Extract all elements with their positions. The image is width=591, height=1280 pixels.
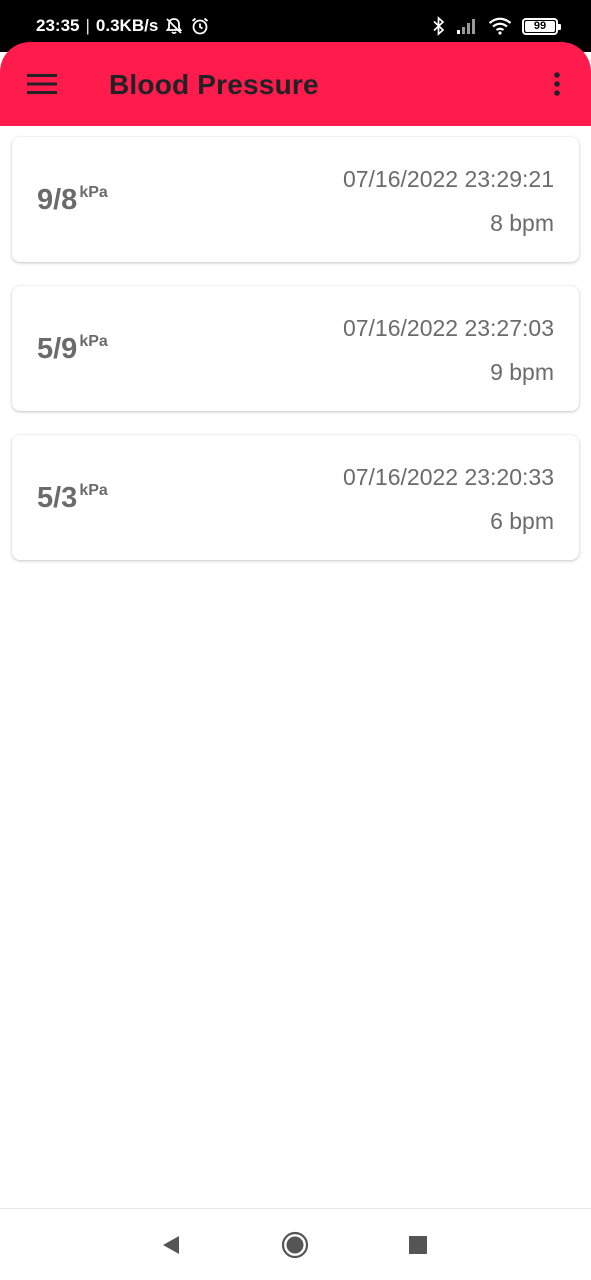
pressure-unit: kPa [79,482,108,499]
app-screen: 23:35 | 0.3KB/s 99 Blood Pressure 9/8 kP… [0,0,591,1280]
heart-rate: 6 bpm [490,508,554,534]
battery-icon: 99 [522,17,561,35]
more-vertical-icon[interactable] [541,68,573,100]
bluetooth-icon [432,16,446,36]
system-nav-bar [0,1208,591,1280]
record-timestamp: 07/16/2022 23:29:21 [342,166,554,192]
pressure-reading: 5/3 kPa [37,481,108,515]
pressure-reading: 9/8 kPa [37,183,108,217]
battery-level: 99 [533,19,547,32]
pressure-value: 5/9 [37,333,78,365]
pressure-value: 9/8 [37,184,78,216]
status-right: 99 [432,14,561,38]
home-icon[interactable] [281,1231,309,1259]
hamburger-menu-icon[interactable] [26,68,58,100]
battery-fill: 99 [525,19,555,32]
network-speed: 0.3KB/s [95,16,159,35]
back-icon[interactable] [160,1233,182,1257]
record-card[interactable]: 9/8 kPa 07/16/2022 23:29:21 8 bpm [12,137,579,262]
status-time: 23:35 [36,16,80,35]
heart-rate: 8 bpm [490,210,554,236]
status-separator: | [85,16,90,35]
pressure-unit: kPa [79,333,108,350]
pressure-unit: kPa [79,184,108,201]
recents-icon[interactable] [408,1235,428,1255]
status-left: 23:35 | 0.3KB/s [36,14,210,38]
alarm-icon [190,16,210,36]
signal-icon [456,17,478,35]
record-card[interactable]: 5/9 kPa 07/16/2022 23:27:03 9 bpm [12,286,579,411]
pressure-value: 5/3 [37,482,78,514]
heart-rate: 9 bpm [490,359,554,385]
record-timestamp: 07/16/2022 23:27:03 [342,315,554,341]
record-card[interactable]: 5/3 kPa 07/16/2022 23:20:33 6 bpm [12,435,579,560]
mute-notifications-icon [164,16,184,36]
record-timestamp: 07/16/2022 23:20:33 [342,464,554,490]
wifi-icon [488,17,512,35]
page-title: Blood Pressure [109,69,319,100]
pressure-reading: 5/9 kPa [37,332,108,366]
app-bar: Blood Pressure [0,42,591,126]
